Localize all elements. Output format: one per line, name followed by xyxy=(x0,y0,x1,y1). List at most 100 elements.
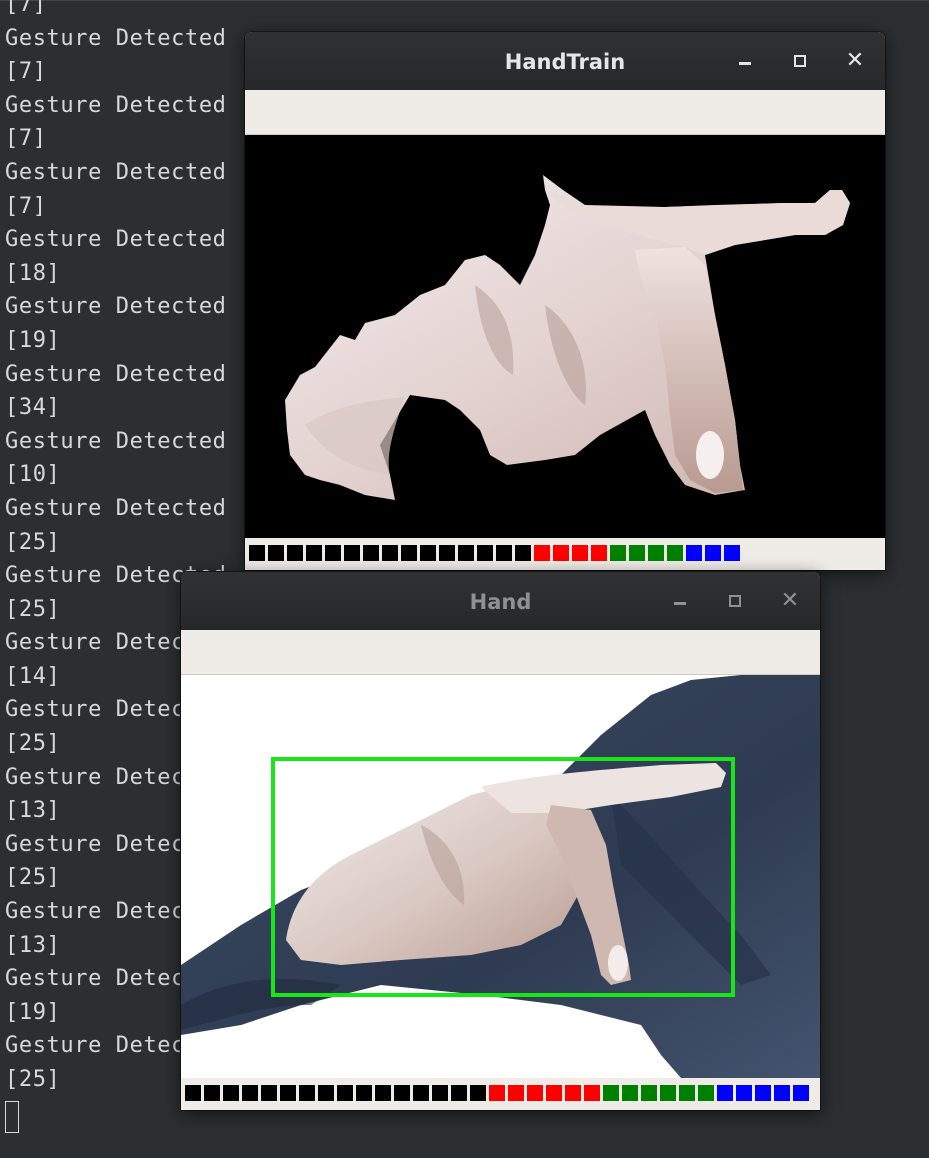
terminal-line: [18] xyxy=(5,260,61,286)
minimize-button[interactable] xyxy=(665,586,695,616)
color-swatch xyxy=(401,545,417,561)
color-swatch xyxy=(527,1085,543,1101)
color-swatch xyxy=(572,545,588,561)
color-swatch xyxy=(717,1085,733,1101)
color-swatch xyxy=(394,1085,410,1101)
color-swatch xyxy=(432,1085,448,1101)
terminal-line: [19] xyxy=(5,327,61,353)
color-swatch xyxy=(641,1085,657,1101)
terminal-line: Gesture Detected xyxy=(5,92,227,118)
color-swatch xyxy=(591,545,607,561)
color-swatch xyxy=(793,1085,809,1101)
terminal-line: [7] xyxy=(5,193,47,219)
fingernail xyxy=(696,431,724,479)
hand-window[interactable]: Hand ✕ xyxy=(181,572,820,1110)
color-swatch xyxy=(318,1085,334,1101)
terminal-line: Gesture Detected xyxy=(5,25,227,51)
color-swatch xyxy=(280,1085,296,1101)
terminal-line: Gesture Detected xyxy=(5,159,227,185)
color-swatch xyxy=(667,545,683,561)
hand-statusbar xyxy=(181,1078,820,1110)
terminal-line: [7] xyxy=(5,0,47,17)
color-swatch xyxy=(420,545,436,561)
terminal-line: [7] xyxy=(5,59,47,85)
close-button[interactable]: ✕ xyxy=(775,586,805,616)
color-swatch-strip xyxy=(185,1085,809,1101)
color-swatch xyxy=(413,1085,429,1101)
color-swatch xyxy=(705,545,721,561)
color-swatch xyxy=(249,545,265,561)
color-swatch xyxy=(546,1085,562,1101)
color-swatch xyxy=(755,1085,771,1101)
hand-titlebar[interactable]: Hand ✕ xyxy=(181,572,820,631)
color-swatch xyxy=(508,1085,524,1101)
terminal-line: Gesture Detected xyxy=(5,227,227,253)
color-swatch xyxy=(496,545,512,561)
color-swatch xyxy=(325,545,341,561)
color-swatch xyxy=(470,1085,486,1101)
color-swatch xyxy=(306,545,322,561)
color-swatch xyxy=(451,1085,467,1101)
segmented-hand-image xyxy=(285,175,850,500)
handtrain-window[interactable]: HandTrain ✕ xyxy=(245,32,885,570)
terminal-line: Gesture Detected xyxy=(5,495,227,521)
color-swatch xyxy=(268,545,284,561)
color-swatch xyxy=(261,1085,277,1101)
terminal-line: Gesture Detected xyxy=(5,361,227,387)
color-swatch xyxy=(736,1085,752,1101)
close-button[interactable]: ✕ xyxy=(840,46,870,76)
close-icon: ✕ xyxy=(845,48,865,73)
color-swatch xyxy=(686,545,702,561)
color-swatch xyxy=(458,545,474,561)
color-swatch xyxy=(344,545,360,561)
close-icon: ✕ xyxy=(780,588,800,613)
color-swatch xyxy=(382,545,398,561)
minimize-icon xyxy=(739,62,751,65)
color-swatch xyxy=(698,1085,714,1101)
maximize-button[interactable] xyxy=(785,46,815,76)
color-swatch xyxy=(565,1085,581,1101)
color-swatch xyxy=(774,1085,790,1101)
color-swatch xyxy=(584,1085,600,1101)
color-swatch xyxy=(477,545,493,561)
color-swatch xyxy=(660,1085,676,1101)
color-swatch xyxy=(489,1085,505,1101)
handtrain-titlebar[interactable]: HandTrain ✕ xyxy=(245,32,885,91)
color-swatch xyxy=(679,1085,695,1101)
color-swatch xyxy=(299,1085,315,1101)
color-swatch xyxy=(363,545,379,561)
hand-camera-canvas xyxy=(181,675,820,1078)
terminal-line: [25] xyxy=(5,529,61,555)
color-swatch xyxy=(603,1085,619,1101)
color-swatch xyxy=(223,1085,239,1101)
camera-frame-image xyxy=(181,675,820,1078)
color-swatch xyxy=(724,545,740,561)
minimize-icon xyxy=(674,602,686,605)
color-swatch xyxy=(515,545,531,561)
handtrain-canvas xyxy=(245,135,885,538)
color-swatch xyxy=(553,545,569,561)
maximize-icon xyxy=(794,55,806,67)
terminal-line: [10] xyxy=(5,462,61,488)
terminal-line: [34] xyxy=(5,395,61,421)
maximize-button[interactable] xyxy=(720,586,750,616)
hand-toolbar xyxy=(181,630,820,675)
color-swatch xyxy=(622,1085,638,1101)
color-swatch xyxy=(629,545,645,561)
color-swatch xyxy=(204,1085,220,1101)
color-swatch xyxy=(185,1085,201,1101)
minimize-button[interactable] xyxy=(730,46,760,76)
terminal-line: Gesture Detected xyxy=(5,294,227,320)
color-swatch xyxy=(439,545,455,561)
color-swatch xyxy=(534,545,550,561)
terminal-cursor xyxy=(5,1101,19,1133)
color-swatch xyxy=(242,1085,258,1101)
color-swatch xyxy=(287,545,303,561)
terminal-line: [7] xyxy=(5,126,47,152)
handtrain-toolbar xyxy=(245,90,885,135)
terminal-line: Gesture Detected xyxy=(5,428,227,454)
handtrain-statusbar xyxy=(245,538,885,570)
color-swatch xyxy=(648,545,664,561)
color-swatch xyxy=(356,1085,372,1101)
color-swatch xyxy=(337,1085,353,1101)
